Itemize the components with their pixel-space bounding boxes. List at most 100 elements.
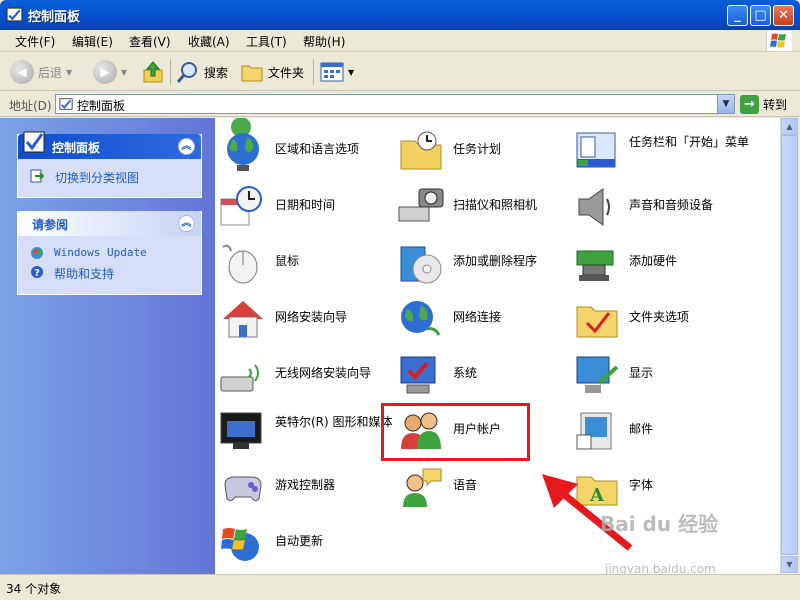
item-taskbar-start-menu[interactable]: 任务栏和「开始」菜单 — [573, 126, 753, 176]
control-panel-icon — [6, 7, 23, 22]
status-bar: 34 个对象 — [0, 574, 800, 600]
maximize-button[interactable]: □ — [750, 5, 771, 26]
minimize-button[interactable]: _ — [727, 5, 748, 26]
go-arrow-icon: → — [740, 95, 759, 114]
address-dropdown-icon[interactable]: ▼ — [717, 95, 734, 113]
highlight-box — [381, 403, 530, 461]
add-remove-programs-icon — [400, 246, 442, 284]
menu-tools[interactable]: 工具(T) — [246, 33, 287, 50]
folders-button[interactable]: 文件夹 — [240, 57, 304, 87]
gamepad-icon — [224, 476, 262, 502]
address-bar: 地址(D) 控制面板 ▼ → 转到 — [0, 92, 800, 117]
item-wireless-network-wizard[interactable]: 无线网络安装向导 — [219, 350, 399, 400]
help-support-link[interactable]: ? 帮助和支持 — [18, 263, 201, 282]
item-label: 任务计划 — [453, 142, 502, 156]
title-bar: 控制面板 _ □ ✕ — [0, 0, 800, 30]
item-scanners-cameras[interactable]: 扫描仪和照相机 — [397, 182, 577, 232]
address-input[interactable]: 控制面板 ▼ — [55, 94, 735, 114]
forward-button[interactable]: ▶ ▼ — [93, 57, 127, 87]
display-icon — [576, 356, 619, 393]
automatic-updates-icon — [221, 528, 259, 561]
forward-dropdown-icon[interactable]: ▼ — [121, 68, 127, 77]
item-label: 添加硬件 — [629, 254, 678, 268]
item-mail[interactable]: 邮件 — [573, 406, 753, 456]
item-label: 区域和语言选项 — [275, 142, 360, 156]
menu-bar: 文件(F) 编辑(E) 查看(V) 收藏(A) 工具(T) 帮助(H) — [0, 30, 800, 52]
item-scheduled-tasks[interactable]: 任务计划 — [397, 126, 577, 176]
control-panel-panel-header[interactable]: 控制面板 ︽ — [18, 131, 201, 159]
item-label: 系统 — [453, 366, 478, 380]
item-label: 无线网络安装向导 — [275, 366, 372, 380]
collapse-icon[interactable]: ︽ — [178, 138, 195, 155]
scheduled-tasks-icon — [400, 131, 442, 170]
system-computer-icon — [400, 356, 436, 394]
toolbar: ◀ 后退 ▼ ▶ ▼ 搜索 文件夹 ▼ — [0, 53, 800, 91]
views-icon — [320, 62, 344, 82]
mail-icon — [576, 412, 612, 450]
house-icon — [223, 301, 263, 338]
go-button[interactable]: → 转到 — [740, 95, 787, 114]
link-label: 切换到分类视图 — [55, 171, 140, 185]
item-sounds-audio[interactable]: 声音和音频设备 — [573, 182, 753, 232]
windows-update-link[interactable]: Windows Update — [18, 244, 201, 263]
menu-file[interactable]: 文件(F) — [15, 33, 55, 50]
link-label: Windows Update — [54, 246, 147, 259]
folder-up-icon — [143, 61, 163, 83]
back-button[interactable]: ◀ 后退 ▼ — [10, 57, 72, 87]
item-intel-graphics-media[interactable]: 英特尔(R) 图形和媒体 — [219, 406, 399, 456]
item-display[interactable]: 显示 — [573, 350, 753, 400]
scroll-thumb[interactable] — [781, 135, 798, 555]
control-panel-panel: 控制面板 ︽ 切换到分类视图 — [17, 131, 202, 198]
folders-icon — [241, 65, 263, 82]
menu-edit[interactable]: 编辑(E) — [72, 33, 113, 50]
item-label: 英特尔(R) 图形和媒体 — [275, 415, 393, 429]
item-automatic-updates[interactable]: 自动更新 — [219, 518, 399, 568]
back-label: 后退 — [38, 65, 63, 80]
address-value: 控制面板 — [77, 99, 126, 113]
item-mouse[interactable]: 鼠标 — [219, 238, 399, 288]
menu-help[interactable]: 帮助(H) — [303, 33, 345, 50]
item-date-time[interactable]: 日期和时间 — [219, 182, 399, 232]
control-panel-icon — [59, 98, 73, 110]
menu-view[interactable]: 查看(V) — [129, 33, 171, 50]
hardware-icon — [576, 250, 614, 281]
search-button[interactable]: 搜索 — [176, 57, 228, 87]
watermark: Bai du 经验 — [600, 512, 719, 536]
item-folder-options[interactable]: 文件夹选项 — [573, 294, 753, 344]
collapse-icon[interactable]: ︽ — [178, 215, 195, 232]
item-add-hardware[interactable]: 添加硬件 — [573, 238, 753, 288]
see-also-panel-header[interactable]: 请参阅 ︽ — [18, 211, 201, 236]
switch-view-icon — [30, 169, 44, 183]
item-game-controllers[interactable]: 游戏控制器 — [219, 462, 399, 512]
up-button[interactable] — [142, 57, 164, 87]
help-icon: ? — [31, 266, 43, 279]
item-label: 任务栏和「开始」菜单 — [629, 135, 750, 149]
vertical-scrollbar[interactable]: ▲ ▼ — [780, 118, 798, 574]
items-view: 区域和语言选项 任务计划 任务栏和「开始」菜单 日期和时间 扫描仪和照相机 声音… — [215, 118, 780, 574]
item-add-remove-programs[interactable]: 添加或删除程序 — [397, 238, 577, 288]
views-button[interactable]: ▼ — [320, 57, 354, 87]
item-label: 网络安装向导 — [275, 310, 348, 324]
network-globe-icon — [401, 301, 441, 336]
scanner-camera-icon — [398, 188, 444, 222]
see-also-panel: 请参阅 ︽ Windows Update ? 帮助和支持 — [17, 211, 202, 295]
toolbar-separator — [313, 59, 314, 85]
status-text: 34 个对象 — [6, 582, 62, 596]
item-network-connections[interactable]: 网络连接 — [397, 294, 577, 344]
scroll-up-icon[interactable]: ▲ — [781, 118, 798, 135]
scroll-down-icon[interactable]: ▼ — [781, 556, 798, 573]
close-button[interactable]: ✕ — [773, 5, 794, 26]
item-label: 日期和时间 — [275, 198, 336, 212]
link-label: 帮助和支持 — [54, 267, 115, 281]
item-network-setup-wizard[interactable]: 网络安装向导 — [219, 294, 399, 344]
item-system[interactable]: 系统 — [397, 350, 577, 400]
windows-logo-icon — [766, 31, 792, 51]
back-dropdown-icon[interactable]: ▼ — [66, 68, 72, 77]
item-regional-language[interactable]: 区域和语言选项 — [219, 126, 399, 176]
go-label: 转到 — [763, 98, 788, 112]
item-label: 鼠标 — [275, 254, 300, 268]
item-label: 游戏控制器 — [275, 478, 336, 492]
menu-favorites[interactable]: 收藏(A) — [188, 33, 230, 50]
item-label: 自动更新 — [275, 534, 324, 548]
switch-category-view-link[interactable]: 切换到分类视图 — [18, 167, 201, 186]
